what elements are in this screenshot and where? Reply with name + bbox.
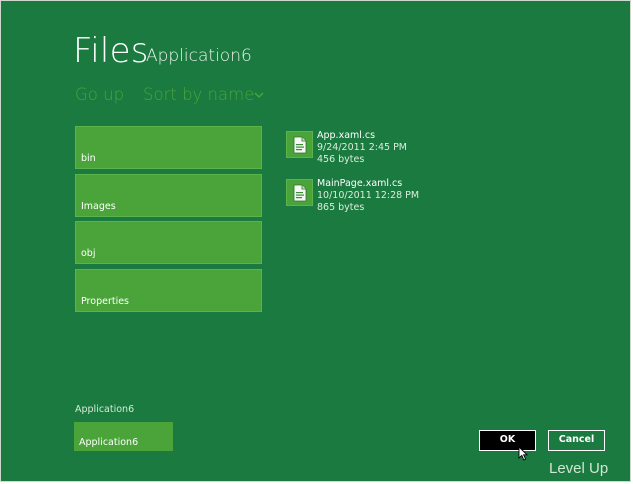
file-date: 9/24/2011 2:45 PM <box>317 142 408 153</box>
folder-tile-obj[interactable]: obj <box>75 221 262 264</box>
folder-tile-bin[interactable]: bin <box>75 126 262 169</box>
folder-label: Properties <box>81 296 130 307</box>
selected-item-label: Application6 <box>79 437 139 448</box>
selected-item-tile[interactable]: Application6 <box>74 422 173 451</box>
selection-basket-heading: Application6 <box>75 404 135 415</box>
watermark: Level Up <box>549 460 609 477</box>
code-file-icon <box>286 179 313 206</box>
file-size: 865 bytes <box>317 202 365 213</box>
file-date: 10/10/2011 12:28 PM <box>317 190 420 201</box>
current-folder-name: Application6 <box>146 46 252 66</box>
file-item-app-xaml-cs[interactable]: App.xaml.cs 9/24/2011 2:45 PM 456 bytes <box>286 130 486 174</box>
file-item-mainpage-xaml-cs[interactable]: MainPage.xaml.cs 10/10/2011 12:28 PM 865… <box>286 178 486 222</box>
folder-label: Images <box>81 201 116 212</box>
go-up-button[interactable]: Go up <box>75 85 124 104</box>
sort-dropdown[interactable]: Sort by name <box>143 85 254 104</box>
folder-label: bin <box>81 153 96 164</box>
chevron-down-icon[interactable] <box>253 90 265 100</box>
file-size: 456 bytes <box>317 154 365 165</box>
page-title: Files <box>73 31 149 71</box>
folder-tile-properties[interactable]: Properties <box>75 269 262 312</box>
file-picker-screen: Files Application6 Go up Sort by name bi… <box>0 0 631 482</box>
cancel-button[interactable]: Cancel <box>548 430 605 451</box>
file-name: MainPage.xaml.cs <box>317 178 403 189</box>
code-file-icon <box>286 131 313 158</box>
file-name: App.xaml.cs <box>317 130 376 141</box>
mouse-pointer-icon <box>518 446 528 461</box>
folder-tile-images[interactable]: Images <box>75 174 262 217</box>
folder-label: obj <box>81 248 96 259</box>
